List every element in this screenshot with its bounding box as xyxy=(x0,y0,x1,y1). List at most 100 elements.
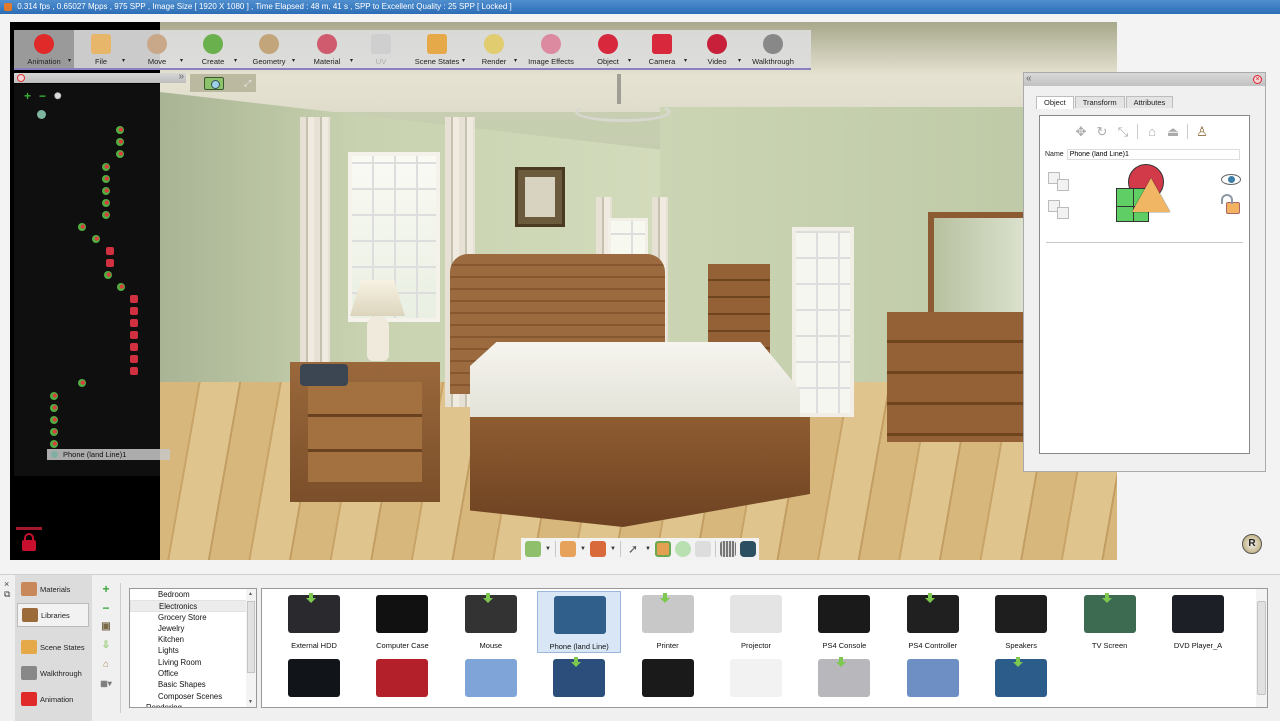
chevron-down-icon[interactable]: ▾ xyxy=(628,57,631,64)
chevron-down-icon[interactable]: ▼ xyxy=(610,546,616,552)
mesh-node-icon[interactable] xyxy=(106,259,114,267)
group-node-icon[interactable] xyxy=(116,126,124,134)
solid-cube-icon[interactable] xyxy=(590,541,606,557)
category-item[interactable]: Office xyxy=(130,668,256,679)
library-item[interactable] xyxy=(272,655,356,707)
library-item[interactable]: TV Screen xyxy=(1068,591,1152,653)
ribbon-material-button[interactable]: Material ▾ xyxy=(298,30,356,68)
ribbon-walkthrough-button[interactable]: Walkthrough xyxy=(744,30,802,68)
ribbon-create-button[interactable]: Create ▾ xyxy=(186,30,240,68)
chevron-right-double-icon[interactable]: » xyxy=(178,71,184,82)
object-mode-icon[interactable] xyxy=(525,541,541,557)
category-item[interactable]: Composer Scenes xyxy=(130,691,256,702)
user-lock-icon[interactable]: ♙ xyxy=(1195,124,1209,139)
tab-transform[interactable]: Transform xyxy=(1074,96,1125,108)
group-node-icon[interactable] xyxy=(50,440,58,448)
link-icon[interactable]: ⤢ xyxy=(244,78,251,89)
side-tab-animation[interactable]: Animation xyxy=(17,687,89,711)
align-ground-icon[interactable]: ⌂ xyxy=(1145,124,1159,139)
ribbon-geometry-button[interactable]: Geometry ▾ xyxy=(240,30,298,68)
chevron-down-icon[interactable]: ▾ xyxy=(350,57,353,64)
add-category-button[interactable]: + xyxy=(96,581,116,600)
category-scrollbar[interactable]: ▲ ▼ xyxy=(246,589,256,707)
ribbon-scene-states-button[interactable]: Scene States ▾ xyxy=(406,30,468,68)
library-item[interactable] xyxy=(537,655,621,707)
tree-item-selected[interactable]: Phone (land Line)1 xyxy=(47,449,170,460)
mesh-node-icon[interactable] xyxy=(106,247,114,255)
category-item[interactable]: Kitchen xyxy=(130,634,256,645)
library-item[interactable] xyxy=(449,655,533,707)
scene-tree-panel[interactable] xyxy=(14,84,160,476)
group-node-icon[interactable] xyxy=(102,187,110,195)
chevron-down-icon[interactable]: ▼ xyxy=(645,546,651,552)
library-item[interactable]: DVD Player_A xyxy=(1156,591,1240,653)
side-tab-libraries[interactable]: Libraries xyxy=(17,603,89,627)
library-item[interactable]: Phone (land Line) xyxy=(537,591,622,653)
tab-object[interactable]: Object xyxy=(1036,96,1074,109)
render-viewport[interactable] xyxy=(10,22,1117,560)
import-library-icon[interactable]: ▣ xyxy=(96,619,116,638)
library-item[interactable] xyxy=(802,655,886,707)
chevron-down-icon[interactable]: ▾ xyxy=(122,57,125,64)
mesh-node-icon[interactable] xyxy=(130,355,138,363)
fit-view-icon[interactable] xyxy=(655,541,671,557)
library-item[interactable]: PS4 Console xyxy=(802,591,886,653)
chevron-down-icon[interactable]: ▾ xyxy=(514,57,517,64)
group-instances-icon[interactable] xyxy=(1048,200,1070,219)
close-icon[interactable]: × xyxy=(4,579,10,589)
group-node-icon[interactable] xyxy=(102,199,110,207)
library-item[interactable]: Computer Case xyxy=(360,591,444,653)
chevron-down-icon[interactable]: ▾ xyxy=(234,57,237,64)
library-item[interactable]: Printer xyxy=(626,591,710,653)
group-node-icon[interactable] xyxy=(116,138,124,146)
group-node-icon[interactable] xyxy=(50,416,58,424)
chevron-left-double-icon[interactable]: « xyxy=(1026,73,1032,85)
group-node-icon[interactable] xyxy=(50,392,58,400)
chevron-down-icon[interactable]: ▾ xyxy=(738,57,741,64)
select-cursor-icon[interactable]: ➚ xyxy=(625,541,641,557)
library-item[interactable]: External HDD xyxy=(272,591,356,653)
mesh-node-icon[interactable] xyxy=(130,307,138,315)
ribbon-camera-button[interactable]: Camera ▾ xyxy=(634,30,690,68)
group-node-icon[interactable] xyxy=(78,223,86,231)
group-node-icon[interactable] xyxy=(102,163,110,171)
plane-shading-icon[interactable] xyxy=(560,541,576,557)
library-item[interactable]: Projector xyxy=(714,591,798,653)
ribbon-video-button[interactable]: Video ▾ xyxy=(690,30,744,68)
library-item[interactable] xyxy=(626,655,710,707)
grid-icon[interactable] xyxy=(720,541,736,557)
ribbon-object-button[interactable]: Object ▾ xyxy=(582,30,634,68)
library-item[interactable] xyxy=(714,655,798,707)
chevron-down-icon[interactable]: ▾ xyxy=(68,57,71,64)
remove-category-button[interactable]: − xyxy=(96,600,116,619)
group-node-icon[interactable] xyxy=(102,175,110,183)
move-arrows-icon[interactable]: ✥ xyxy=(1074,124,1088,139)
ribbon-render-button[interactable]: Render ▾ xyxy=(468,30,520,68)
ground-plane-icon[interactable] xyxy=(695,541,711,557)
category-item[interactable]: Rendering xyxy=(130,702,256,707)
ribbon-file-button[interactable]: File ▾ xyxy=(74,30,128,68)
chevron-down-icon[interactable]: ▾ xyxy=(684,57,687,64)
side-tab-materials[interactable]: Materials xyxy=(17,577,89,601)
group-node-icon[interactable] xyxy=(117,283,125,291)
category-list[interactable]: Bedroom Electronics Grocery Store Jewelry Ki… xyxy=(129,588,257,708)
category-item[interactable]: Jewelry xyxy=(130,623,256,634)
group-node-icon[interactable] xyxy=(92,235,100,243)
group-node-icon[interactable] xyxy=(104,271,112,279)
drop-to-surface-icon[interactable]: ⏏ xyxy=(1166,124,1180,139)
chevron-down-icon[interactable]: ▾ xyxy=(292,57,295,64)
close-icon[interactable] xyxy=(17,74,25,82)
object-name-input[interactable] xyxy=(1066,149,1240,160)
library-item[interactable] xyxy=(979,655,1063,707)
ribbon-animation-button[interactable]: Animation ▾ xyxy=(14,30,74,68)
category-item[interactable]: Basic Shapes xyxy=(130,679,256,690)
tree-root-node-icon[interactable] xyxy=(37,110,46,119)
download-icon[interactable]: ⇩ xyxy=(96,638,116,657)
library-item[interactable] xyxy=(360,655,444,707)
library-scrollbar[interactable] xyxy=(1256,589,1267,707)
mesh-node-icon[interactable] xyxy=(130,367,138,375)
chevron-down-icon[interactable]: ▼ xyxy=(580,546,586,552)
visibility-eye-icon[interactable] xyxy=(1221,174,1241,185)
ribbon-uv-button[interactable]: UV xyxy=(356,30,406,68)
store-icon[interactable]: ⌂ xyxy=(96,657,116,676)
